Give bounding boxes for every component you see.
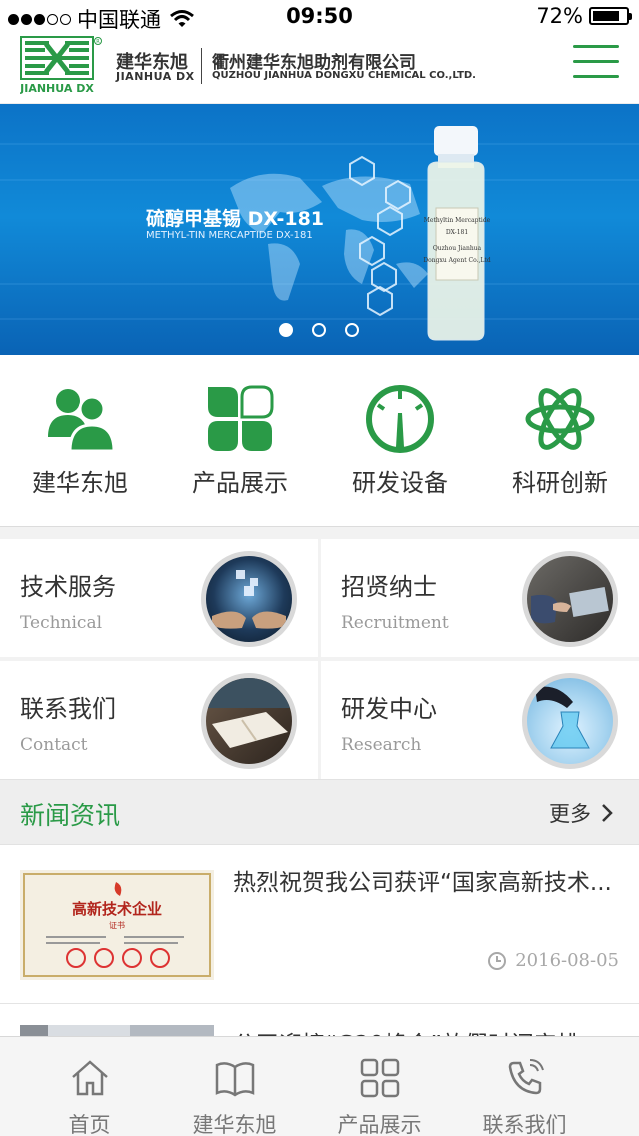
mobile-page: 中国联通 09:50 72% R JIANHUA DX 建华东旭 JIANHUA… — [0, 0, 639, 1136]
hamburger-icon[interactable] — [573, 42, 619, 82]
tab-label: 产品展示 — [337, 1113, 422, 1136]
certificate-subtitle: 证书 — [109, 920, 125, 930]
quicknav-item-about[interactable]: 建华东旭 — [0, 355, 160, 525]
card-technical[interactable]: 技术服务 Technical — [0, 539, 318, 657]
news-more-label: 更多 — [549, 802, 591, 826]
card-thumbnail — [522, 673, 618, 769]
status-right: 72% — [536, 4, 632, 28]
quicknav-label: 产品展示 — [192, 469, 288, 497]
svg-text:R: R — [96, 39, 100, 45]
logo-divider — [201, 48, 202, 84]
brand-name-en: JIANHUA DX — [116, 70, 195, 83]
home-icon — [72, 1060, 108, 1096]
clover-icon — [208, 385, 274, 451]
svg-text:Dongxu Agent Co.,Ltd: Dongxu Agent Co.,Ltd — [423, 257, 490, 264]
quicknav-label: 研发设备 — [352, 469, 448, 497]
banner-title: 硫醇甲基锡 DX-181 — [146, 208, 325, 230]
svg-text:Quzhou Jianhua: Quzhou Jianhua — [433, 245, 482, 252]
status-bar: 中国联通 09:50 72% — [0, 0, 639, 36]
certificate-title: 高新技术企业 — [72, 900, 162, 918]
quicknav-label: 建华东旭 — [32, 469, 128, 497]
quicknav-label: 科研创新 — [512, 469, 608, 497]
card-subtitle: Contact — [20, 735, 88, 755]
card-title: 招贤纳士 — [341, 573, 437, 601]
tab-label: 首页 — [68, 1113, 111, 1136]
news-section-title: 新闻资讯 — [20, 801, 121, 830]
clock-icon — [488, 951, 507, 970]
atom-icon — [525, 388, 595, 450]
bottom-tab-bar: 首页 建华东旭 产品展示 联系我们 — [0, 1036, 639, 1136]
service-cards: 技术服务 Technical 招贤纳士 Recruitment 联系我们 Con… — [0, 527, 639, 779]
tab-about[interactable]: 建华东旭 — [162, 1037, 307, 1136]
quick-nav: 建华东旭 产品展示 研发设备 科研创新 — [0, 355, 639, 527]
card-title: 技术服务 — [20, 573, 116, 601]
tab-label: 建华东旭 — [192, 1113, 277, 1136]
card-research[interactable]: 研发中心 Research — [321, 661, 639, 779]
quicknav-item-innovation[interactable]: 科研创新 — [480, 355, 639, 525]
svg-text:Methyltin Mercaptide: Methyltin Mercaptide — [424, 217, 491, 224]
company-logo[interactable]: R JIANHUA DX — [20, 36, 102, 96]
news-more-link[interactable]: 更多 — [549, 798, 613, 828]
news-headline: 热烈祝贺我公司获评“国家高新技术... — [233, 870, 612, 896]
card-thumbnail — [201, 673, 297, 769]
quicknav-item-equipment[interactable]: 研发设备 — [320, 355, 480, 525]
tab-products[interactable]: 产品展示 — [307, 1037, 452, 1136]
news-list-item[interactable]: 高新技术企业 证书 热烈祝贺我公司获评“国家高新技术... 2016-08-05 — [0, 846, 639, 1004]
site-header: R JIANHUA DX 建华东旭 JIANHUA DX 衢州建华东旭助剂有限公… — [0, 36, 639, 104]
carousel-indicators — [279, 323, 359, 337]
phone-icon — [508, 1059, 544, 1095]
hero-banner[interactable]: Methyltin Mercaptide DX-181 Quzhou Jianh… — [0, 104, 639, 355]
logo-text: JIANHUA DX — [20, 82, 94, 95]
tab-label: 联系我们 — [482, 1113, 567, 1136]
grid-icon — [360, 1058, 400, 1098]
book-icon — [215, 1062, 255, 1097]
quicknav-item-products[interactable]: 产品展示 — [160, 355, 320, 525]
users-icon — [48, 389, 116, 453]
carousel-dot[interactable] — [345, 323, 359, 337]
tab-home[interactable]: 首页 — [17, 1037, 162, 1136]
battery-percent: 72% — [536, 4, 583, 28]
tab-contact[interactable]: 联系我们 — [452, 1037, 597, 1136]
card-recruitment[interactable]: 招贤纳士 Recruitment — [321, 539, 639, 657]
card-title: 研发中心 — [341, 695, 437, 723]
carousel-dot[interactable] — [279, 323, 293, 337]
banner-subtitle: METHYL-TIN MERCAPTIDE DX-181 — [146, 230, 313, 241]
gauge-icon — [366, 385, 434, 453]
card-contact[interactable]: 联系我们 Contact — [0, 661, 318, 779]
card-title: 联系我们 — [20, 695, 116, 723]
card-thumbnail — [201, 551, 297, 647]
card-subtitle: Technical — [20, 613, 103, 633]
news-date-text: 2016-08-05 — [515, 950, 619, 971]
card-subtitle: Research — [341, 735, 422, 755]
card-thumbnail — [522, 551, 618, 647]
chevron-right-icon — [602, 804, 613, 822]
company-name-en: QUZHOU JIANHUA DONGXU CHEMICAL CO.,LTD. — [212, 70, 476, 81]
news-thumbnail: 高新技术企业 证书 — [20, 870, 214, 980]
carousel-dot[interactable] — [312, 323, 326, 337]
news-section-header: 新闻资讯 更多 — [0, 779, 639, 845]
card-subtitle: Recruitment — [341, 613, 449, 633]
battery-icon — [589, 7, 632, 25]
news-date: 2016-08-05 — [487, 950, 619, 971]
svg-text:DX-181: DX-181 — [446, 229, 468, 236]
